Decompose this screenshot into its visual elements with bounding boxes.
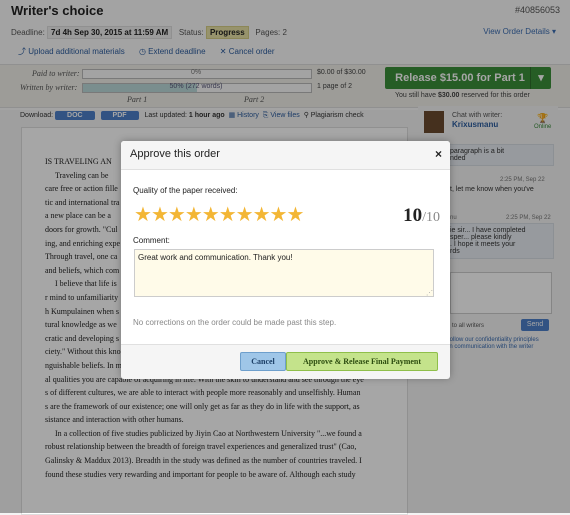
comment-textarea[interactable]: Great work and communication. Thank you! (134, 249, 434, 297)
score-value: 10 (403, 205, 423, 226)
rating-stars[interactable]: ★★★★★★★★★★ (134, 205, 304, 225)
star-icon[interactable]: ★ (185, 205, 203, 225)
close-icon[interactable]: × (435, 147, 442, 161)
star-icon[interactable]: ★ (134, 205, 152, 225)
resize-handle-icon[interactable]: ⋰ (426, 289, 433, 297)
star-icon[interactable]: ★ (202, 205, 220, 225)
comment-label: Comment: (133, 236, 170, 245)
star-icon[interactable]: ★ (270, 205, 288, 225)
dialog-note: No corrections on the order could be mad… (133, 318, 337, 327)
star-icon[interactable]: ★ (253, 205, 271, 225)
star-icon[interactable]: ★ (219, 205, 237, 225)
star-icon[interactable]: ★ (236, 205, 254, 225)
quality-label: Quality of the paper received: (133, 186, 238, 195)
approve-release-button[interactable]: Approve & Release Final Payment (286, 352, 438, 371)
dialog-title: Approve this order (130, 148, 220, 160)
star-icon[interactable]: ★ (286, 205, 304, 225)
score-max: /10 (422, 210, 440, 225)
star-icon[interactable]: ★ (168, 205, 186, 225)
approve-order-dialog: Approve this order × Quality of the pape… (121, 141, 450, 379)
star-icon[interactable]: ★ (151, 205, 169, 225)
rating-score: 10/10 (403, 205, 440, 227)
cancel-button[interactable]: Cancel (240, 352, 286, 371)
